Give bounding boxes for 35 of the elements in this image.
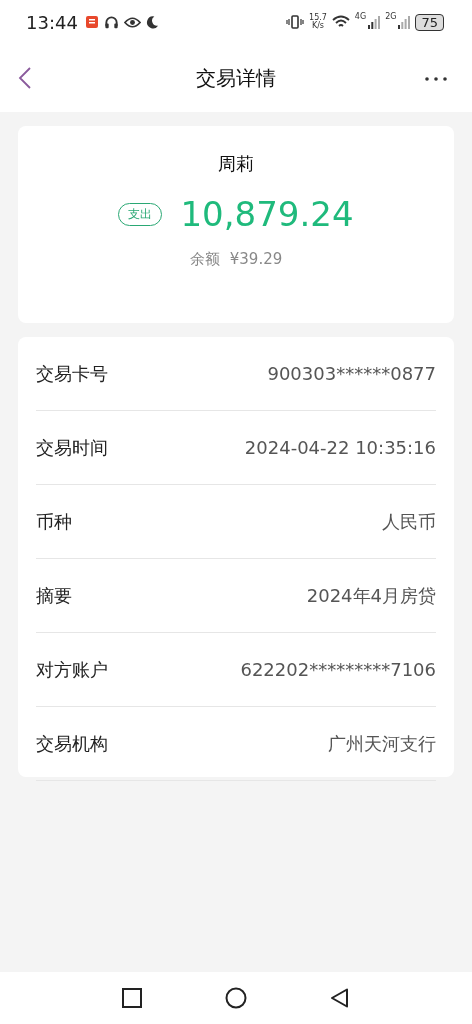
signal-icon [368,15,381,29]
moon-icon [145,15,159,29]
wifi-icon [331,15,350,29]
detail-label: 摘要 [36,583,72,608]
more-icon[interactable] [424,76,448,82]
back-icon[interactable] [18,66,32,90]
home-icon[interactable] [225,987,247,1009]
signal-icon [398,15,411,29]
amount: 10,879.24 [180,194,354,234]
app-notification-icon [84,15,99,29]
vibrate-icon [286,15,305,29]
balance-value: ¥39.29 [229,250,283,269]
detail-value: 广州天河支行 [328,731,436,756]
headphones-icon [103,14,119,30]
detail-value: 622202*********7106 [240,659,436,680]
network-type: 2G [385,12,397,21]
detail-value: 人民币 [382,509,436,534]
recent-apps-icon[interactable] [121,988,142,1008]
detail-label: 对方账户 [36,657,108,682]
detail-value: 2024年4月房贷 [306,583,436,608]
battery-level: 75 [415,13,444,31]
network-speed: 15.7 K/s [309,14,327,30]
detail-value: 2024-04-22 10:35:16 [244,437,436,458]
detail-label: 交易机构 [36,731,108,756]
page-title: 交易详情 [196,64,276,92]
back-triangle-icon[interactable] [330,988,351,1008]
detail-label: 币种 [36,509,72,534]
eye-icon [123,15,141,29]
detail-label: 交易卡号 [36,361,108,386]
payee-name: 周莉 [218,152,254,176]
detail-value: 900303******0877 [267,363,436,384]
network-type: 4G [354,12,367,21]
balance-label: 余额 [189,250,220,269]
status-time: 13:44 [26,11,78,33]
detail-label: 交易时间 [36,435,108,460]
